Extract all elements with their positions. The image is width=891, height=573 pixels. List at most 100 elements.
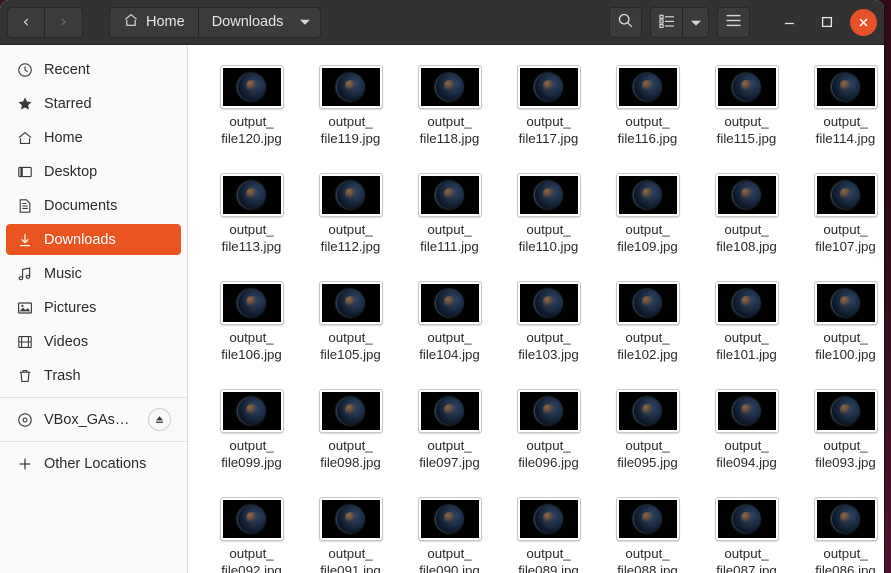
file-item[interactable]: output_ file090.jpg	[400, 491, 499, 573]
file-label: output_ file112.jpg	[302, 222, 399, 255]
file-item[interactable]: output_ file102.jpg	[598, 275, 697, 383]
file-item[interactable]: output_ file106.jpg	[202, 275, 301, 383]
search-button[interactable]	[609, 6, 642, 38]
forward-button[interactable]: ›	[45, 6, 83, 38]
file-item[interactable]: output_ file117.jpg	[499, 59, 598, 167]
close-button[interactable]	[850, 8, 877, 36]
download-icon	[16, 231, 33, 248]
file-item[interactable]: output_ file095.jpg	[598, 383, 697, 491]
file-thumbnail	[813, 497, 878, 541]
sidebar-item-pictures[interactable]: Pictures	[6, 292, 181, 323]
file-item[interactable]: output_ file103.jpg	[499, 275, 598, 383]
file-item[interactable]: output_ file116.jpg	[598, 59, 697, 167]
menu-button[interactable]	[717, 6, 750, 38]
sidebar-item-trash[interactable]: Trash	[6, 360, 181, 391]
back-button[interactable]: ‹	[7, 6, 45, 38]
file-label-line2: file118.jpg	[419, 130, 480, 146]
sidebar-item-device[interactable]: VBox_GAs_6....	[6, 404, 181, 435]
file-item[interactable]: output_ file114.jpg	[796, 59, 884, 167]
file-item[interactable]: output_ file092.jpg	[202, 491, 301, 573]
file-label-line1: output_	[526, 330, 571, 345]
file-label-line1: output_	[625, 222, 670, 237]
sidebar-item-videos[interactable]: Videos	[6, 326, 181, 357]
view-list-button[interactable]	[650, 6, 683, 38]
file-item[interactable]: output_ file087.jpg	[697, 491, 796, 573]
file-label: output_ file096.jpg	[500, 438, 597, 471]
thumbnail-image	[816, 500, 875, 538]
file-item[interactable]: output_ file093.jpg	[796, 383, 884, 491]
earth-image	[336, 397, 365, 425]
thumbnail-image	[717, 176, 776, 214]
file-item[interactable]: output_ file098.jpg	[301, 383, 400, 491]
file-label: output_ file090.jpg	[401, 546, 498, 573]
file-item[interactable]: output_ file110.jpg	[499, 167, 598, 275]
file-label: output_ file108.jpg	[698, 222, 795, 255]
sidebar-item-other-locations[interactable]: Other Locations	[6, 448, 181, 479]
file-item[interactable]: output_ file112.jpg	[301, 167, 400, 275]
file-label-line2: file105.jpg	[320, 346, 381, 362]
file-label-line2: file090.jpg	[419, 562, 480, 573]
file-item[interactable]: output_ file119.jpg	[301, 59, 400, 167]
file-item[interactable]: output_ file097.jpg	[400, 383, 499, 491]
sidebar-label-videos: Videos	[44, 333, 89, 350]
file-item[interactable]: output_ file088.jpg	[598, 491, 697, 573]
file-list-view[interactable]: output_ file120.jpg output_ file119.jpg outp…	[188, 45, 884, 573]
file-item[interactable]: output_ file105.jpg	[301, 275, 400, 383]
file-item[interactable]: output_ file109.jpg	[598, 167, 697, 275]
file-label-line2: file099.jpg	[221, 454, 282, 470]
breadcrumb: Home Downloads	[109, 6, 322, 38]
sidebar-item-downloads[interactable]: Downloads	[6, 224, 181, 255]
maximize-button[interactable]	[812, 7, 842, 37]
file-item[interactable]: output_ file101.jpg	[697, 275, 796, 383]
file-label: output_ file088.jpg	[599, 546, 696, 573]
file-item[interactable]: output_ file115.jpg	[697, 59, 796, 167]
file-label: output_ file086.jpg	[797, 546, 884, 573]
file-item[interactable]: output_ file094.jpg	[697, 383, 796, 491]
file-thumbnail	[318, 497, 383, 541]
minimize-button[interactable]	[774, 7, 804, 37]
file-thumbnail	[219, 65, 284, 109]
clock-icon	[16, 61, 33, 78]
file-item[interactable]: output_ file120.jpg	[202, 59, 301, 167]
list-view-icon	[658, 14, 675, 31]
file-item[interactable]: output_ file107.jpg	[796, 167, 884, 275]
sidebar-item-documents[interactable]: Documents	[6, 190, 181, 221]
file-label-line2: file096.jpg	[518, 454, 579, 470]
file-item[interactable]: output_ file086.jpg	[796, 491, 884, 573]
file-thumbnail	[516, 65, 581, 109]
sidebar-item-starred[interactable]: Starred	[6, 88, 181, 119]
file-label-line2: file094.jpg	[716, 454, 777, 470]
file-label-line1: output_	[625, 546, 670, 561]
file-item[interactable]: output_ file096.jpg	[499, 383, 598, 491]
picture-icon	[16, 299, 33, 316]
file-item[interactable]: output_ file091.jpg	[301, 491, 400, 573]
file-item[interactable]: output_ file111.jpg	[400, 167, 499, 275]
file-label: output_ file087.jpg	[698, 546, 795, 573]
view-options-button[interactable]	[683, 6, 709, 38]
file-item[interactable]: output_ file108.jpg	[697, 167, 796, 275]
file-item[interactable]: output_ file089.jpg	[499, 491, 598, 573]
file-thumbnail	[813, 389, 878, 433]
earth-image	[732, 397, 761, 425]
sidebar-item-home[interactable]: Home	[6, 122, 181, 153]
sidebar-label-home: Home	[44, 129, 83, 146]
breadcrumb-item-home[interactable]: Home	[109, 6, 199, 38]
file-item[interactable]: output_ file104.jpg	[400, 275, 499, 383]
file-label: output_ file092.jpg	[203, 546, 300, 573]
file-item[interactable]: output_ file113.jpg	[202, 167, 301, 275]
file-item[interactable]: output_ file099.jpg	[202, 383, 301, 491]
file-label: output_ file097.jpg	[401, 438, 498, 471]
sidebar-item-desktop[interactable]: Desktop	[6, 156, 181, 187]
sidebar-item-music[interactable]: Music	[6, 258, 181, 289]
sidebar-label-downloads: Downloads	[44, 231, 116, 248]
file-label-line1: output_	[823, 546, 868, 561]
file-item[interactable]: output_ file118.jpg	[400, 59, 499, 167]
breadcrumb-item-downloads[interactable]: Downloads	[198, 6, 322, 38]
file-label-line2: file097.jpg	[419, 454, 480, 470]
sidebar-item-recent[interactable]: Recent	[6, 54, 181, 85]
file-label-line2: file108.jpg	[716, 238, 777, 254]
file-item[interactable]: output_ file100.jpg	[796, 275, 884, 383]
file-label: output_ file095.jpg	[599, 438, 696, 471]
thumbnail-image	[519, 284, 578, 322]
eject-button[interactable]	[148, 408, 171, 431]
